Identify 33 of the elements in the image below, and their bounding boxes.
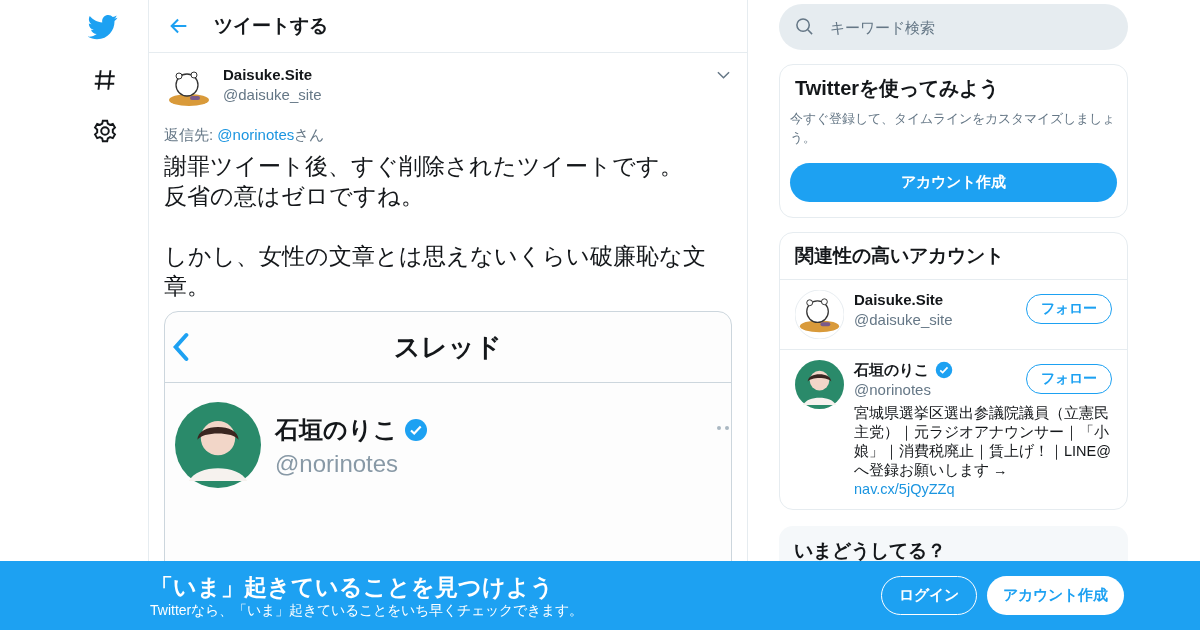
hashtag-icon[interactable] (92, 67, 118, 93)
create-account-button[interactable]: アカウント作成 (987, 576, 1124, 615)
create-account-button[interactable]: アカウント作成 (790, 163, 1117, 202)
author-name: Daisuke.Site (223, 65, 314, 85)
account-handle: @norinotes (854, 380, 932, 400)
banner-title: 「いま」起きていることを見つけよう (150, 572, 555, 601)
settings-icon[interactable] (92, 118, 118, 144)
card-title: いまどうしてる？ (794, 539, 947, 563)
follow-button[interactable]: フォロー (1026, 364, 1112, 394)
card-title: Twitterを使ってみよう (795, 76, 1001, 101)
account-handle: @daisuke_site (854, 310, 953, 330)
chevron-down-icon[interactable] (717, 71, 730, 79)
embedded-author-handle: @norinotes (275, 450, 400, 478)
page-title: ツイートする (214, 14, 328, 38)
author-handle: @daisuke_site (223, 85, 323, 105)
reply-to-text: 返信先: @norinotesさん (164, 126, 326, 145)
tweet-text: 謝罪ツイート後、すぐ削除されたツイートです。 反省の意はゼロですね。 (164, 152, 684, 211)
card-title: 関連性の高いアカウント (780, 233, 1127, 280)
tweet-text: しかし、女性の文章とは思えないくらい破廉恥な文章。 (164, 242, 707, 301)
account-bio: 宮城県選挙区選出参議院議員（立憲民主党）｜元ラジオアナウンサー｜「小娘」｜消費税廃止｜賃上げ！｜LINE@へ登録お願いします → nav.cx/5jQyZZq (854, 404, 1112, 499)
bird-logo-icon[interactable] (88, 12, 118, 42)
banner-subtitle: Twitterなら、「いま」起きていることをいち早くチェックできます。 (150, 600, 585, 619)
thread-title: スレッド (394, 330, 502, 364)
account-name: Daisuke.Site (854, 290, 944, 310)
account-name: 石垣のりこ (854, 360, 929, 380)
more-icon (717, 426, 731, 430)
bio-link[interactable]: nav.cx/5jQyZZq (854, 481, 955, 497)
mention-link[interactable]: @norinotes (217, 126, 295, 143)
card-text: 今すぐ登録して、タイムラインをカスタマイズしましょう。 (790, 110, 1116, 147)
back-chevron-icon (173, 332, 189, 362)
follow-button[interactable]: フォロー (1026, 294, 1112, 324)
search-field[interactable]: キーワード検索 (779, 4, 1128, 50)
embedded-author-name: 石垣のりこ (275, 415, 398, 445)
